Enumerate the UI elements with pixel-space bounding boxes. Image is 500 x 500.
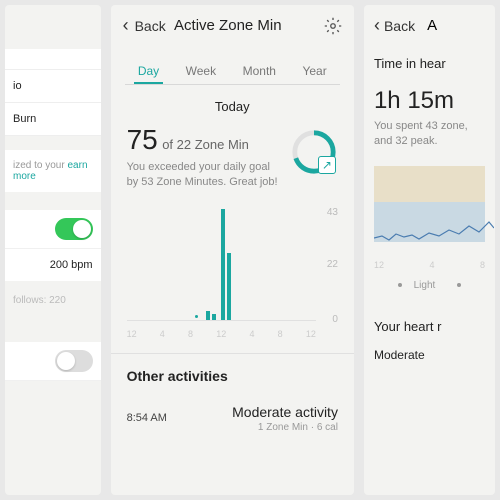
goal-message: You exceeded your daily goal by 53 Zone …	[127, 160, 278, 191]
legend-dot-icon	[398, 283, 402, 287]
settings-icon[interactable]	[324, 17, 342, 35]
heart-settings-screen: io Burn ized to your earn more 200 bpm f…	[5, 5, 101, 495]
tab-day[interactable]: Day	[136, 58, 161, 84]
tab-month[interactable]: Month	[241, 58, 278, 84]
zone-min-value: 75	[127, 124, 158, 155]
legend-dot-icon	[457, 283, 461, 287]
back-chevron-icon[interactable]: ‹	[123, 15, 129, 36]
zone-row-cardio[interactable]: io	[5, 70, 101, 103]
page-title-partial: A	[427, 17, 437, 34]
section-heading: Time in hear	[364, 42, 495, 75]
tab-week[interactable]: Week	[184, 58, 218, 84]
chart-bar	[212, 314, 216, 320]
formula-note: follows: 220	[5, 287, 101, 314]
x-tick: 8	[278, 329, 283, 339]
activity-time: 8:54 AM	[127, 412, 175, 424]
x-tick: 12	[216, 329, 226, 339]
x-tick: 8	[480, 260, 485, 270]
header: ‹ Back A	[364, 5, 495, 42]
x-tick: 4	[160, 329, 165, 339]
x-tick: 12	[374, 260, 384, 270]
max-hr-row[interactable]: 200 bpm	[5, 249, 101, 281]
zone-breakdown-text: You spent 43 zone, and 32 peak.	[364, 119, 495, 150]
x-tick: 12	[127, 329, 137, 339]
chart-bar	[227, 253, 231, 320]
secondary-toggle[interactable]	[55, 350, 93, 372]
toggle-knob	[57, 352, 75, 370]
divider	[125, 84, 340, 85]
chart-legend: Light	[364, 280, 495, 291]
zone-min-chart: 43 22 0 12 4 8 12 4 8 12	[127, 209, 338, 339]
stat-summary: 75 of 22 Zone Min You exceeded your dail…	[111, 124, 354, 191]
y-tick: 22	[327, 259, 338, 270]
y-tick: 43	[327, 207, 338, 218]
period-label: Today	[111, 99, 354, 114]
y-tick: 0	[332, 314, 338, 325]
period-tabs: Day Week Month Year	[111, 50, 354, 84]
legend-label-light: Light	[414, 280, 436, 291]
custom-hr-toggle-row	[5, 210, 101, 249]
chart-bar	[206, 311, 210, 320]
chart-bar	[221, 209, 225, 320]
heart-rate-zones-screen: ‹ Back A Time in hear 1h 15m You spent 4…	[364, 5, 495, 495]
hr-zone-chart	[374, 166, 485, 256]
your-heart-rate-heading: Your heart r	[364, 301, 495, 342]
zone-row-fatburn[interactable]: Burn	[5, 103, 101, 136]
active-zone-screen: ‹ Back Active Zone Min Day Week Month Ye…	[111, 5, 354, 495]
cardio-band	[374, 166, 485, 202]
x-tick: 12	[306, 329, 316, 339]
activity-name: Moderate activity	[187, 404, 338, 420]
custom-hr-toggle[interactable]	[55, 218, 93, 240]
zone-row[interactable]	[5, 49, 101, 70]
page-title: Active Zone Min	[138, 17, 318, 34]
secondary-toggle-row	[5, 342, 101, 381]
other-activities-heading: Other activities	[111, 354, 354, 394]
activity-item[interactable]: 8:54 AM Moderate activity 1 Zone Min · 6…	[111, 394, 354, 443]
toggle-knob	[73, 220, 91, 238]
x-tick: 4	[249, 329, 254, 339]
bar-area	[127, 209, 316, 321]
header: ‹ Back Active Zone Min	[111, 5, 354, 42]
zone-min-goal: of 22 Zone Min	[162, 137, 249, 152]
hr-line	[374, 216, 494, 246]
x-axis: 12 4 8	[374, 260, 485, 270]
goal-exceeded-icon: ↗	[318, 156, 336, 174]
zone-item-moderate[interactable]: Moderate	[364, 342, 495, 368]
personalized-note: ized to your earn more	[5, 150, 101, 192]
progress-ring: ↗	[290, 128, 338, 176]
back-chevron-icon[interactable]: ‹	[374, 15, 380, 36]
chart-dot	[195, 315, 198, 318]
x-tick: 8	[188, 329, 193, 339]
time-in-zones-value: 1h 15m	[374, 87, 485, 115]
back-button[interactable]: Back	[384, 18, 415, 34]
x-tick: 4	[429, 260, 434, 270]
tab-year[interactable]: Year	[300, 58, 328, 84]
activity-detail: 1 Zone Min · 6 cal	[187, 422, 338, 433]
x-axis: 12 4 8 12 4 8 12	[127, 329, 316, 339]
